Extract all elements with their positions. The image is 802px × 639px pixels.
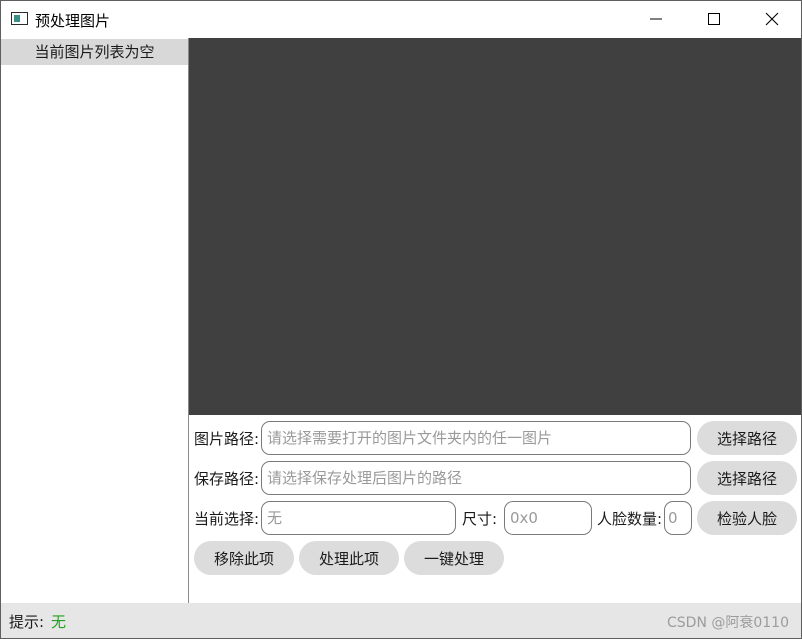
check-face-button[interactable]: 检验人脸 — [697, 501, 797, 535]
status-bar: 提示: 无 CSDN @阿衰0110 — [1, 603, 801, 638]
maximize-icon — [708, 13, 720, 25]
face-count-label: 人脸数量: — [597, 510, 663, 528]
minimize-button[interactable] — [627, 1, 685, 38]
select-save-path-button[interactable]: 选择路径 — [697, 461, 797, 495]
image-path-input[interactable] — [261, 421, 691, 455]
select-image-path-button[interactable]: 选择路径 — [697, 421, 797, 455]
image-path-label: 图片路径: — [194, 430, 260, 448]
remove-item-button[interactable]: 移除此项 — [194, 541, 294, 575]
image-list-empty-message: 当前图片列表为空 — [1, 39, 188, 65]
face-count-input[interactable] — [664, 501, 692, 535]
current-selection-input[interactable] — [261, 501, 456, 535]
watermark: CSDN @阿衰0110 — [667, 615, 789, 631]
current-selection-label: 当前选择: — [194, 510, 260, 528]
window-title: 预处理图片 — [35, 12, 111, 30]
save-path-input[interactable] — [261, 461, 691, 495]
status-label: 提示: — [9, 613, 45, 631]
close-icon — [765, 12, 779, 26]
main-window: 预处理图片 当前图片列表为空 图片路径: 选择路径 保存路径: 选择路径 当前 — [0, 0, 802, 639]
status-value: 无 — [51, 613, 67, 631]
image-preview — [189, 38, 801, 415]
minimize-icon — [650, 18, 662, 20]
maximize-button[interactable] — [685, 1, 743, 38]
size-input[interactable] — [504, 501, 592, 535]
save-path-label: 保存路径: — [194, 470, 260, 488]
app-window-icon — [11, 12, 28, 25]
close-button[interactable] — [743, 1, 801, 38]
title-bar[interactable]: 预处理图片 — [1, 1, 801, 38]
size-label: 尺寸: — [462, 510, 498, 528]
image-list[interactable]: 当前图片列表为空 — [1, 38, 189, 603]
process-all-button[interactable]: 一键处理 — [404, 541, 504, 575]
process-item-button[interactable]: 处理此项 — [299, 541, 399, 575]
